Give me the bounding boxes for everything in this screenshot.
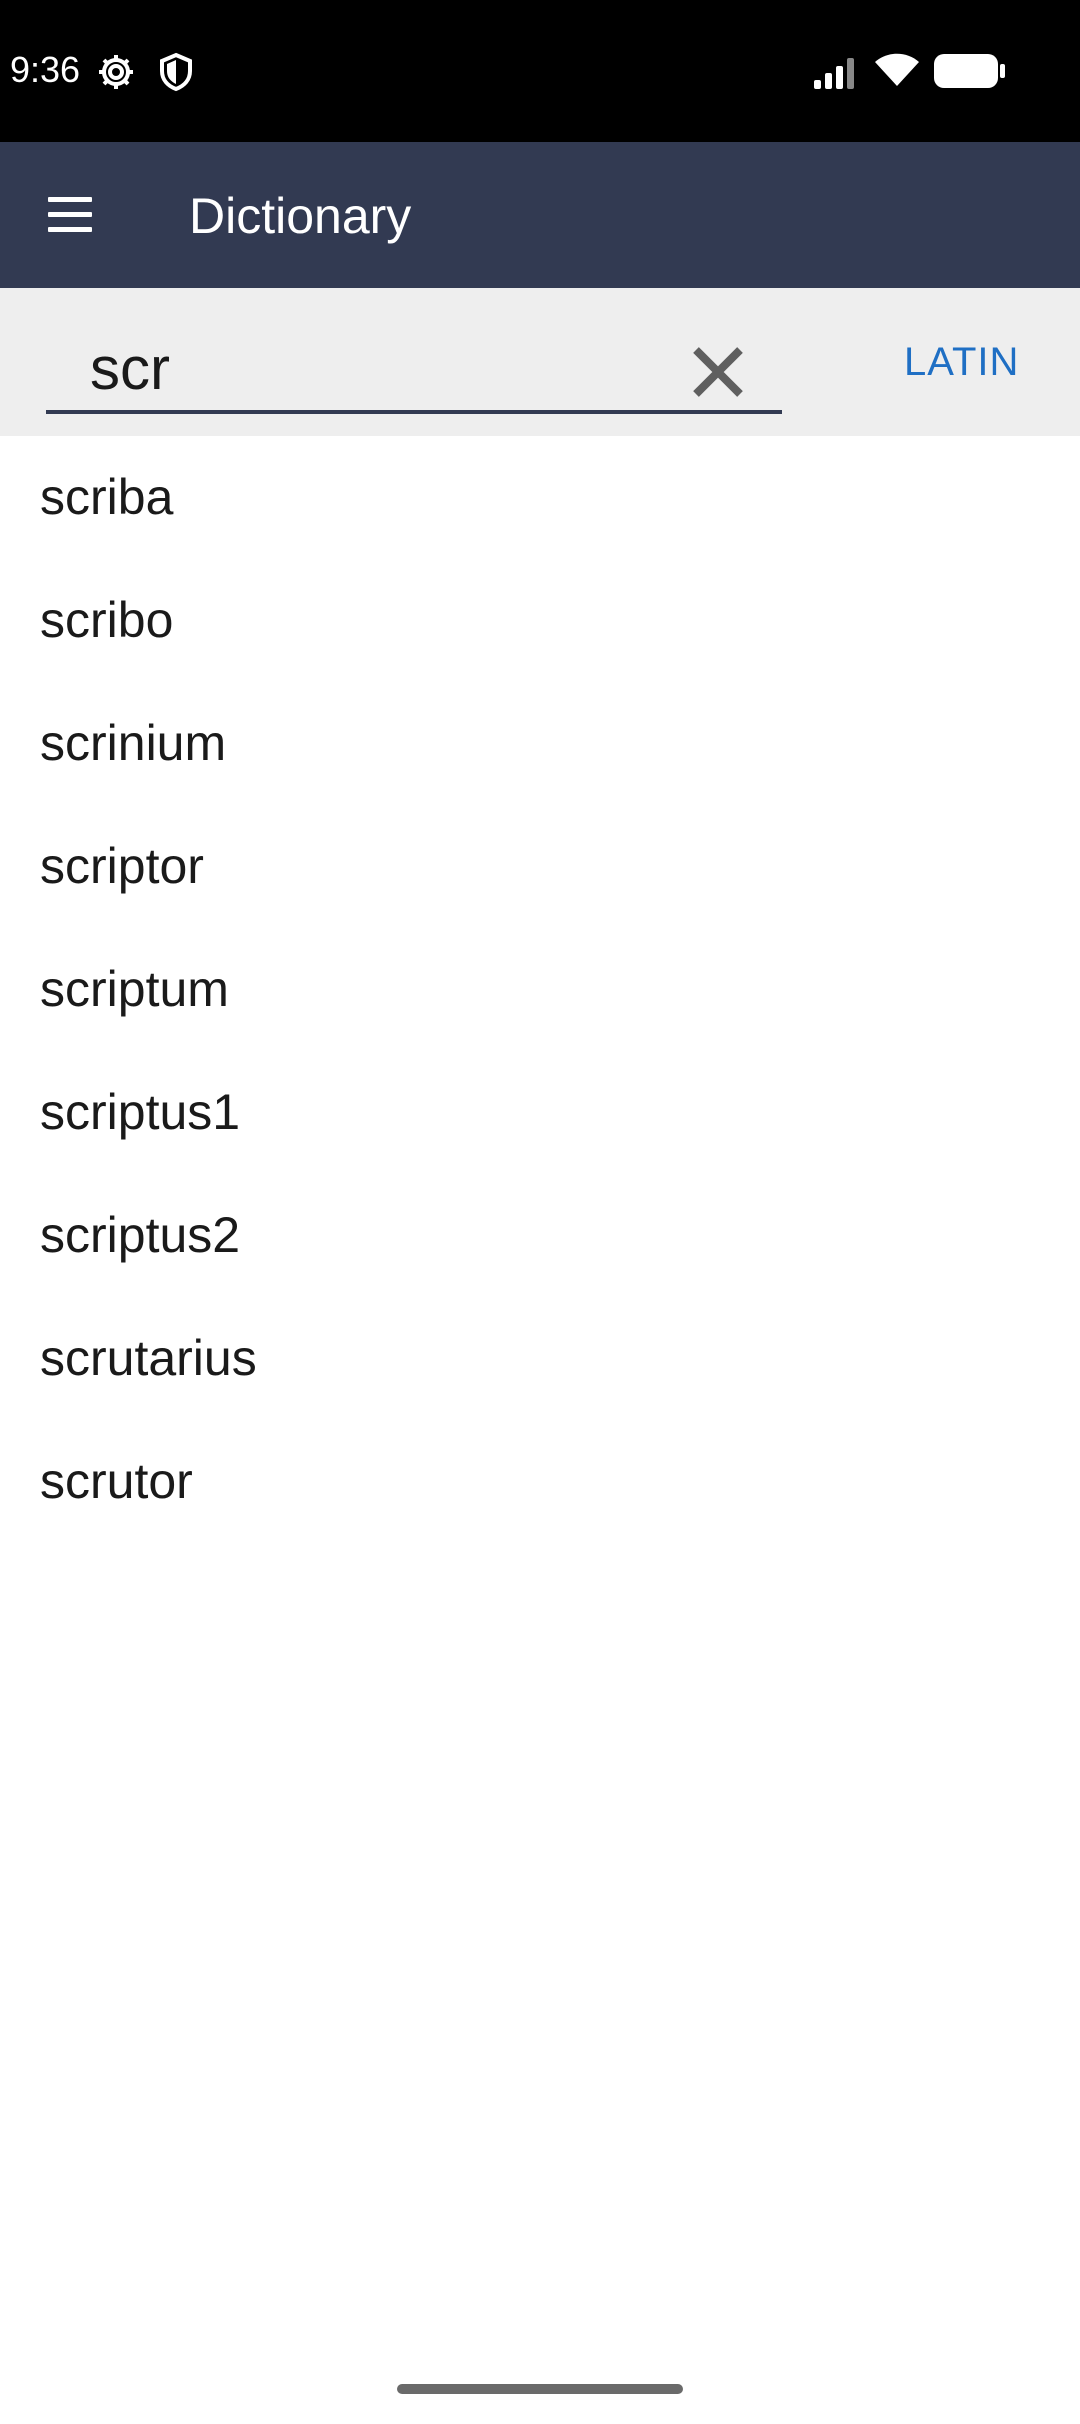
list-item[interactable]: scribo: [0, 559, 1080, 682]
home-indicator[interactable]: [397, 2384, 683, 2394]
status-bar: 9:36: [0, 0, 1080, 142]
list-item[interactable]: scrutor: [0, 1420, 1080, 1543]
shield-icon: [158, 52, 194, 97]
close-icon[interactable]: [688, 342, 748, 402]
app-bar: Dictionary: [0, 142, 1080, 288]
list-item[interactable]: scriptor: [0, 805, 1080, 928]
search-field: [46, 328, 782, 414]
list-item[interactable]: scrutarius: [0, 1297, 1080, 1420]
result-list: scriba scribo scrinium scriptor scriptum…: [0, 436, 1080, 1543]
language-toggle-button[interactable]: LATIN: [904, 340, 1019, 385]
wifi-icon: [872, 50, 922, 95]
gear-icon: [96, 52, 136, 97]
list-item[interactable]: scriptus2: [0, 1174, 1080, 1297]
signal-icon: [812, 54, 860, 95]
list-item[interactable]: scriptus1: [0, 1051, 1080, 1174]
search-bar: LATIN: [0, 288, 1080, 436]
hamburger-menu-icon[interactable]: [44, 192, 96, 236]
list-item[interactable]: scrinium: [0, 682, 1080, 805]
list-item[interactable]: scriptum: [0, 928, 1080, 1051]
search-input[interactable]: [90, 328, 650, 408]
status-time: 9:36: [10, 49, 81, 90]
battery-icon: [932, 52, 1008, 95]
list-item[interactable]: scriba: [0, 436, 1080, 559]
page-title: Dictionary: [189, 188, 412, 244]
